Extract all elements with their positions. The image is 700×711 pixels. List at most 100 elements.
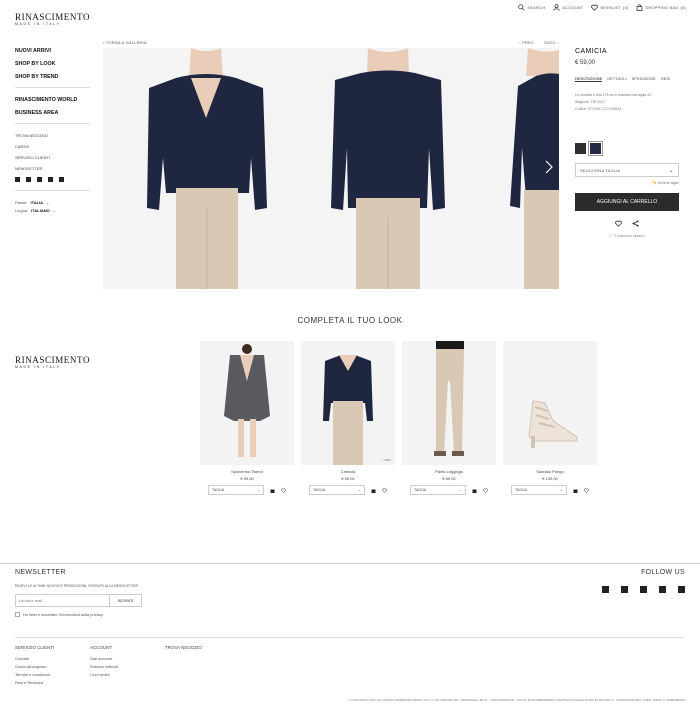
account-label: ACCOUNT — [562, 5, 584, 10]
youtube-icon[interactable] — [659, 586, 666, 593]
bag-icon[interactable] — [472, 488, 477, 493]
sidebar-link-trova-negozio[interactable]: TROVA NEGOZIO — [15, 133, 90, 138]
account-link[interactable]: ACCOUNT — [553, 4, 583, 11]
tab-descrizione[interactable]: DESCRIZIONE — [575, 76, 603, 82]
footer-link[interactable]: Contatti — [15, 656, 70, 661]
look-item[interactable]: Pants Leggings € 69,00 TAGLIA ⌄ — [402, 341, 496, 495]
look-item[interactable]: + VEDI Camicia € 59,00 TAGLIA ⌄ — [301, 341, 395, 495]
twitter-icon[interactable] — [26, 177, 31, 182]
email-field[interactable] — [15, 594, 110, 607]
tab-resi[interactable]: RESI — [661, 76, 670, 82]
sidebar-item-nuovi-arrivi[interactable]: NUOVI ARRIVI — [15, 48, 90, 54]
more-label[interactable]: + VEDI — [381, 458, 391, 462]
next-link[interactable]: SUCC › — [544, 40, 559, 45]
instagram-icon[interactable] — [640, 586, 647, 593]
sidebar-link-cards[interactable]: CARDS — [15, 144, 90, 149]
chevron-right-icon[interactable] — [544, 160, 554, 174]
sidebar-link-newsletter[interactable]: NEWSLETTER — [15, 166, 90, 171]
bag-count: (0) — [680, 5, 686, 10]
footer-col-title[interactable]: TROVA NEGOZIO — [165, 645, 202, 650]
heart-icon[interactable] — [584, 488, 589, 493]
pinterest-icon[interactable] — [59, 177, 64, 182]
language-selector[interactable]: Lingua: ITALIANO ⌄ — [15, 208, 90, 213]
footer-link[interactable]: Dati account — [90, 656, 145, 661]
share-icon[interactable] — [632, 220, 639, 227]
sidebar-link-servizio-clienti[interactable]: SERVIZIO CLIENTI — [15, 155, 90, 160]
look-item-image[interactable] — [200, 341, 294, 465]
product-gallery[interactable] — [103, 48, 559, 289]
top-nav: SEARCH ACCOUNT WISHLIST (0) SHOPPING BAG… — [518, 4, 686, 11]
twitter-icon[interactable] — [621, 586, 628, 593]
description-text: La modella è alta 175 cm e indossa una t… — [575, 93, 653, 97]
footer-link[interactable]: I tuoi ordini — [90, 672, 145, 677]
size-guide-link[interactable]: 📏 Schede taglie — [575, 181, 679, 185]
instagram-icon[interactable] — [37, 177, 42, 182]
footer-link[interactable]: Rubrica indirizzi — [90, 664, 145, 669]
facebook-icon[interactable] — [15, 177, 20, 182]
coat-image — [224, 344, 270, 457]
heart-icon[interactable] — [483, 488, 488, 493]
product-panel: CAMICIA € 59,00 DESCRIZIONE DETTAGLI SPE… — [575, 48, 679, 239]
footer-link[interactable]: Resi e Rimborsi — [15, 680, 70, 685]
facebook-icon[interactable] — [602, 586, 609, 593]
look-item-image[interactable] — [503, 341, 597, 465]
divider — [15, 123, 90, 124]
sidebar-item-rinascimento-world[interactable]: RINASCIMENTO WORLD — [15, 97, 90, 103]
footer-col-trova-negozio: TROVA NEGOZIO — [165, 645, 202, 688]
size-select-label: TAGLIA — [515, 488, 528, 492]
sidebar-item-business-area[interactable]: BUSINESS AREA — [15, 110, 90, 116]
shopping-bag-link[interactable]: SHOPPING BAG (0) — [636, 4, 686, 11]
heart-icon[interactable] — [382, 488, 387, 493]
size-select[interactable]: SELEZIONA TAGLIA ⌄ — [575, 163, 679, 177]
look-item-image[interactable]: + VEDI — [301, 341, 395, 465]
add-to-cart-button[interactable]: AGGIUNGI AL CARRELLO — [575, 193, 679, 211]
chevron-down-icon: ⌄ — [668, 167, 674, 174]
tab-spedizione[interactable]: SPEDIZIONE — [632, 76, 656, 82]
size-select[interactable]: TAGLIA ⌄ — [511, 485, 567, 495]
footer-link[interactable]: Guida all'acquisto — [15, 664, 70, 669]
heart-icon[interactable] — [615, 220, 622, 227]
size-select[interactable]: TAGLIA ⌄ — [410, 485, 466, 495]
country-selector[interactable]: Paese: ITALIA ⌄ — [15, 200, 90, 205]
brand-logo[interactable]: RINASCIMENTO MADE IN ITALY — [15, 12, 90, 26]
pinterest-icon[interactable] — [678, 586, 685, 593]
prev-link[interactable]: ‹ PREC — [519, 40, 534, 45]
look-item-name: Pants Leggings — [435, 469, 463, 474]
season-text: Stagione: FW 2017 — [575, 100, 605, 104]
look-item-image[interactable] — [402, 341, 496, 465]
bag-icon[interactable] — [573, 488, 578, 493]
language-label: Lingua: — [15, 208, 29, 213]
bag-icon[interactable] — [270, 488, 275, 493]
youtube-icon[interactable] — [48, 177, 53, 182]
footer-link[interactable]: Termini e condizioni — [15, 672, 70, 677]
help-link[interactable]: ⓘ Ti possiamo aiutare? — [575, 234, 679, 239]
wishlist-link[interactable]: WISHLIST (0) — [591, 4, 628, 11]
sidebar-item-shop-by-trend[interactable]: SHOP BY TREND — [15, 74, 90, 80]
back-to-gallery-link[interactable]: ‹ TORNA A GALLERIA — [103, 40, 147, 45]
size-select[interactable]: TAGLIA ⌄ — [208, 485, 264, 495]
chevron-down-icon: ⌄ — [46, 200, 50, 205]
search-label: SEARCH — [527, 5, 546, 10]
tab-dettagli[interactable]: DETTAGLI — [607, 76, 626, 82]
size-select-label: TAGLIA — [414, 488, 427, 492]
privacy-checkbox[interactable]: Ho letto e accettato l'informativa sulla… — [15, 612, 142, 617]
look-item-actions: TAGLIA ⌄ — [200, 485, 294, 495]
footer-divider — [15, 637, 685, 638]
footer-col-servizio-clienti: SERVIZIO CLIENTI Contatti Guida all'acqu… — [15, 645, 70, 688]
checkbox-box[interactable] — [15, 612, 20, 617]
look-item-actions: TAGLIA ⌄ — [503, 485, 597, 495]
sidebar-item-shop-by-look[interactable]: SHOP BY LOOK — [15, 61, 90, 67]
search-link[interactable]: SEARCH — [518, 4, 545, 11]
bag-label: SHOPPING BAG — [645, 5, 679, 10]
heart-icon[interactable] — [281, 488, 286, 493]
help-label: Ti possiamo aiutare? — [613, 234, 646, 238]
subscribe-button[interactable]: ISCRIVITI — [110, 594, 142, 607]
brand-tagline: MADE IN ITALY — [15, 22, 61, 26]
look-item[interactable]: Sandalo Pongo € 139,00 TAGLIA ⌄ — [503, 341, 597, 495]
look-item[interactable]: Spolverino Tweed € 99,00 TAGLIA ⌄ — [200, 341, 294, 495]
bag-icon[interactable] — [371, 488, 376, 493]
size-select[interactable]: TAGLIA ⌄ — [309, 485, 365, 495]
newsletter-form: ISCRIVITI — [15, 594, 142, 607]
color-swatch-selected[interactable] — [588, 141, 603, 156]
color-swatch[interactable] — [575, 143, 586, 154]
